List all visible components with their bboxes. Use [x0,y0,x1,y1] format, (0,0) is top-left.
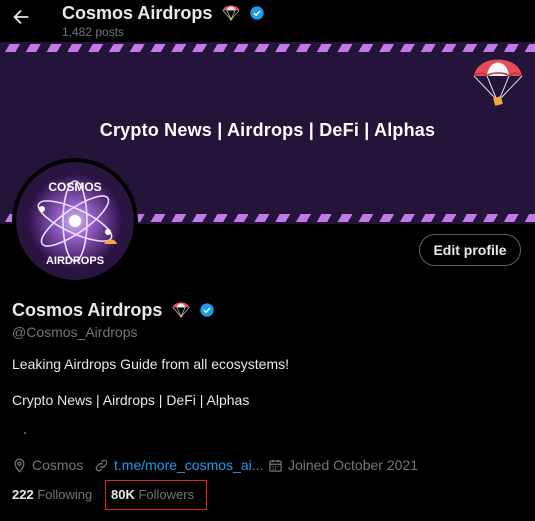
profile-location: Cosmos [12,456,83,474]
bio-line-1: Leaking Airdrops Guide from all ecosyste… [12,356,290,372]
location-text: Cosmos [32,457,84,473]
parachute-emoji-icon [222,5,240,21]
calendar-icon [269,459,282,472]
following-label: Following [37,487,93,502]
edit-profile-button[interactable]: Edit profile [419,234,521,266]
profile-link[interactable]: t.me/more_cosmos_ai... [94,456,263,474]
link-icon [95,459,108,471]
followers-highlight-box [105,480,207,510]
profile-name-row: Cosmos Airdrops [12,299,215,321]
joined-text: Joined October 2021 [288,457,418,473]
profile-joined: Joined October 2021 [268,456,418,474]
verified-badge-icon [250,6,265,20]
following-count: 222 [12,487,34,502]
parachute-emoji-icon [172,302,190,318]
bio-line-2: Crypto News | Airdrops | DeFi | Alphas [12,392,250,408]
top-bar: Cosmos Airdrops 1,482 posts [0,0,535,42]
banner-stripe-top [0,44,535,52]
banner-text: Crypto News | Airdrops | DeFi | Alphas [99,120,436,140]
location-pin-icon [14,458,25,473]
cosmos-airdrops-logo: COSMOS AIRDROPS [16,162,134,280]
posts-count: 1,482 posts [62,25,125,39]
bio-dot [24,432,26,434]
avatar-text-top: COSMOS [48,180,101,194]
profile-name: Cosmos Airdrops [12,300,163,320]
header-name: Cosmos Airdrops [62,3,213,23]
following-link[interactable]: 222 Following [12,487,92,502]
arrow-left-icon[interactable] [10,6,32,28]
avatar-text-bottom: AIRDROPS [46,255,104,267]
profile-handle: @Cosmos_Airdrops [12,324,138,340]
link-text[interactable]: t.me/more_cosmos_ai... [114,457,263,473]
verified-badge-icon[interactable] [199,302,215,318]
parachute-icon [473,59,523,106]
header-title: Cosmos Airdrops [62,2,265,24]
avatar[interactable]: COSMOS AIRDROPS [12,158,138,284]
